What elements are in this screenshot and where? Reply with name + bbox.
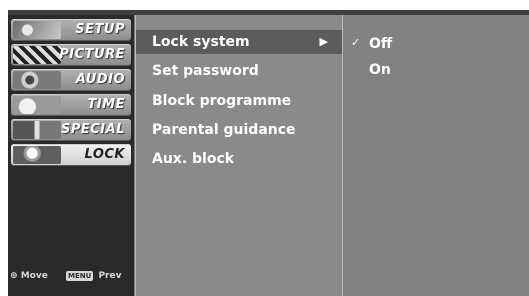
- category-label: LOCK: [84, 147, 125, 162]
- submenu-arrow-icon: ▶: [319, 35, 328, 48]
- prev-label: Prev: [98, 271, 122, 281]
- category-time[interactable]: TIME: [11, 94, 131, 116]
- prev-hint: MENU Prev: [66, 271, 121, 281]
- menu-item-aux-block[interactable]: Aux. block: [136, 147, 342, 171]
- move-label: Move: [20, 271, 48, 281]
- lock-system-options-panel: ✓ Off On: [342, 15, 529, 296]
- menu-item-parental-guidance[interactable]: Parental guidance: [136, 118, 342, 142]
- option-off[interactable]: ✓ Off: [343, 32, 529, 54]
- option-label: Off: [369, 36, 393, 52]
- menu-key-icon: MENU: [66, 271, 94, 281]
- padlock-icon: [13, 146, 61, 164]
- satellite-dish-icon: [13, 21, 61, 39]
- film-clapper-icon: [13, 46, 61, 64]
- option-on[interactable]: On: [343, 58, 529, 80]
- move-hint: ⊕ Move: [10, 271, 48, 281]
- option-label: On: [369, 62, 391, 78]
- menu-item-label: Block programme: [152, 93, 292, 109]
- category-label: SPECIAL: [61, 122, 125, 137]
- lock-menu-panel: Lock system ▶ Set password Block program…: [135, 15, 342, 296]
- category-sidebar: SETUP PICTURE AUDIO TIME SPECIAL LOCK ⊕ …: [8, 15, 134, 296]
- category-label: PICTURE: [59, 47, 125, 62]
- menu-item-label: Parental guidance: [152, 122, 296, 138]
- checkmark-icon: ✓: [351, 36, 361, 49]
- menu-item-set-password[interactable]: Set password: [136, 59, 342, 83]
- clock-icon: [13, 96, 61, 114]
- menu-item-label: Set password: [152, 63, 259, 79]
- category-special[interactable]: SPECIAL: [11, 119, 131, 141]
- speaker-icon: [13, 71, 61, 89]
- menu-item-label: Lock system: [152, 34, 250, 50]
- key-hints: ⊕ Move MENU Prev: [10, 271, 132, 287]
- gift-icon: [13, 121, 61, 139]
- category-label: AUDIO: [75, 72, 125, 87]
- menu-item-lock-system[interactable]: Lock system ▶: [136, 30, 342, 54]
- category-lock[interactable]: LOCK: [11, 144, 131, 166]
- dpad-icon: ⊕: [10, 271, 18, 281]
- category-label: SETUP: [75, 22, 125, 37]
- tv-osd-screen: SETUP PICTURE AUDIO TIME SPECIAL LOCK ⊕ …: [8, 10, 529, 296]
- category-audio[interactable]: AUDIO: [11, 69, 131, 91]
- menu-item-block-programme[interactable]: Block programme: [136, 89, 342, 113]
- category-setup[interactable]: SETUP: [11, 19, 131, 41]
- category-picture[interactable]: PICTURE: [11, 44, 131, 66]
- menu-item-label: Aux. block: [152, 151, 235, 167]
- category-label: TIME: [87, 97, 125, 112]
